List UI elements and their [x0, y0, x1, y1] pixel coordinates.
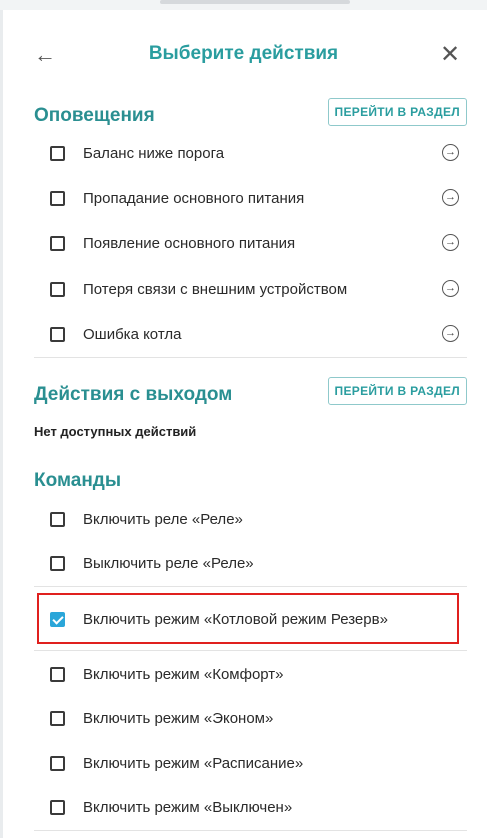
no-actions-text: Нет доступных действий	[34, 424, 197, 439]
command-item[interactable]: Включить режим «Расписание»	[50, 743, 467, 783]
checkbox[interactable]	[50, 666, 65, 682]
notification-item[interactable]: Ошибка котла →	[50, 314, 467, 354]
go-arrow-icon[interactable]: →	[442, 234, 459, 251]
go-arrow-icon[interactable]: →	[442, 325, 459, 342]
divider	[34, 830, 467, 831]
goto-output-actions-button[interactable]: ПЕРЕЙТИ В РАЗДЕЛ	[327, 377, 467, 405]
go-arrow-icon[interactable]: →	[442, 280, 459, 297]
checkbox[interactable]	[50, 755, 65, 771]
notification-item-label: Появление основного питания	[83, 234, 296, 252]
command-item-label: Включить режим «Расписание»	[83, 754, 304, 772]
notification-item-label: Потеря связи с внешним устройством	[83, 280, 348, 298]
command-item-label: Включить режим «Эконом»	[83, 709, 274, 727]
divider	[34, 650, 467, 651]
section-title-output-actions: Действия с выходом	[34, 384, 233, 405]
checkbox[interactable]	[50, 555, 65, 571]
notification-item-label: Пропадание основного питания	[83, 189, 305, 207]
section-title-notifications: Оповещения	[34, 105, 155, 126]
checkbox[interactable]	[50, 710, 65, 726]
command-item[interactable]: Включить режим «Комфорт»	[50, 654, 467, 694]
checkbox[interactable]	[50, 511, 65, 527]
dialog-title: Выберите действия	[148, 43, 339, 64]
background-blur	[160, 0, 350, 4]
command-item-label: Включить режим «Выключен»	[83, 798, 293, 816]
goto-notifications-button[interactable]: ПЕРЕЙТИ В РАЗДЕЛ	[327, 98, 467, 126]
notification-item[interactable]: Пропадание основного питания →	[50, 178, 467, 218]
checkbox[interactable]	[50, 235, 65, 251]
checkbox[interactable]	[50, 145, 65, 161]
divider	[34, 586, 467, 587]
go-arrow-icon[interactable]: →	[442, 189, 459, 206]
checkbox[interactable]	[50, 190, 65, 206]
checkbox[interactable]	[50, 326, 65, 342]
divider	[34, 357, 467, 358]
notification-item[interactable]: Появление основного питания →	[50, 223, 467, 263]
command-item[interactable]: Включить режим «Эконом»	[50, 698, 467, 738]
close-icon[interactable]: ✕	[435, 40, 465, 70]
checkbox[interactable]	[50, 281, 65, 297]
checkbox[interactable]	[50, 799, 65, 815]
selection-highlight	[37, 593, 459, 644]
background-strip	[0, 0, 487, 10]
command-item[interactable]: Выключить реле «Реле»	[50, 543, 467, 583]
command-item-label: Выключить реле «Реле»	[83, 554, 254, 572]
background-edge	[0, 10, 3, 838]
command-item-label: Включить режим «Комфорт»	[83, 665, 284, 683]
notification-item-label: Ошибка котла	[83, 325, 182, 343]
command-item[interactable]: Включить реле «Реле»	[50, 499, 467, 539]
section-title-commands: Команды	[34, 470, 122, 491]
notification-item[interactable]: Потеря связи с внешним устройством →	[50, 269, 467, 309]
notification-item-label: Баланс ниже порога	[83, 144, 225, 162]
notification-item[interactable]: Баланс ниже порога →	[50, 133, 467, 173]
go-arrow-icon[interactable]: →	[442, 144, 459, 161]
dialog-header: ← Выберите действия ✕	[0, 30, 487, 78]
back-arrow-icon[interactable]: ←	[30, 40, 60, 70]
command-item[interactable]: Включить режим «Выключен»	[50, 787, 467, 827]
command-item-label: Включить реле «Реле»	[83, 510, 243, 528]
